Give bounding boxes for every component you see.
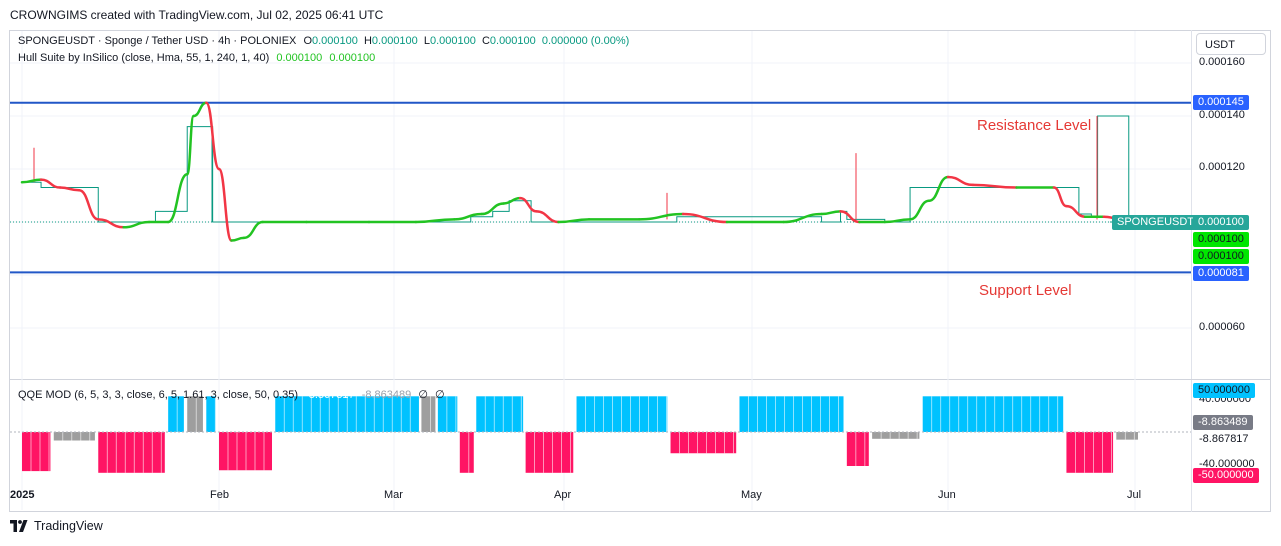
open-label: O [303, 35, 312, 47]
hull-segment [820, 210, 842, 216]
qqe-bar-red [22, 432, 51, 472]
qqe-bar-gray [53, 432, 95, 441]
time-tick-feb: Feb [210, 489, 229, 501]
hull-segment [192, 101, 208, 118]
hull-segment [927, 175, 950, 203]
high-label: H [363, 35, 372, 47]
hull-segment [97, 218, 125, 229]
support-label[interactable]: Support Level [979, 282, 1072, 299]
close-label: C [481, 35, 490, 47]
tradingview-footer[interactable]: TradingView [10, 519, 103, 533]
chart-canvas[interactable] [0, 0, 1281, 546]
qqe-bar-blue [206, 396, 216, 432]
hull-segment [535, 210, 560, 224]
qqe-bar-red [459, 432, 474, 473]
current-price-tag: 0.000100 [1193, 215, 1249, 230]
price-tick: 0.000140 [1199, 109, 1245, 121]
hull-value-2: 0.000100 [329, 52, 376, 64]
qqe-bar-gray [421, 396, 436, 432]
price-tick: 0.000060 [1199, 321, 1245, 333]
hull-value-1: 0.000100 [276, 52, 323, 64]
qqe-bar-blue [168, 396, 184, 432]
hull-indicator-name[interactable]: Hull Suite by InSilico (close, Hma, 55, … [18, 52, 269, 64]
qqe-bar-red [98, 432, 165, 473]
close-value: 0.000100 [489, 35, 536, 47]
qqe-bar-blue [437, 396, 458, 432]
hull-segment [122, 220, 151, 229]
qqe-value-tag-1: -8.863489 [1193, 415, 1253, 430]
qqe-indicator-name[interactable]: QQE MOD (6, 5, 3, 3, close, 6, 5, 1.61, … [18, 389, 298, 401]
time-tick-apr: Apr [554, 489, 572, 501]
open-value: 0.000100 [312, 35, 358, 47]
currency-button[interactable]: USDT [1196, 33, 1266, 55]
tradingview-brand: TradingView [34, 519, 103, 533]
hull-segment [1052, 186, 1068, 208]
qqe-bar-red [846, 432, 869, 466]
hull-price-tag-2: 0.000100 [1193, 249, 1249, 264]
qqe-bar-blue [922, 396, 1064, 432]
qqe-bar-red [1066, 432, 1114, 473]
hull-segment [77, 188, 100, 221]
hull-segment [166, 173, 189, 224]
hull-segment [782, 212, 823, 224]
qqe-upper-tag: 50.000000 [1193, 383, 1255, 398]
qqe-value-2: -8.863489 [361, 389, 412, 401]
high-value: 0.000100 [371, 35, 418, 47]
resistance-price-tag: 0.000145 [1193, 95, 1249, 110]
qqe-bar-gray [1116, 432, 1138, 440]
qqe-bar-red [670, 432, 737, 454]
time-tick-may: May [741, 489, 762, 501]
qqe-lower-tag: -50.000000 [1193, 468, 1259, 483]
hull-segment [217, 167, 233, 242]
support-price-tag: 0.000081 [1193, 266, 1249, 281]
hull-segment [230, 236, 246, 242]
qqe-value-3: ∅ [418, 389, 428, 401]
time-tick-mar: Mar [384, 489, 403, 501]
qqe-bar-gray [872, 432, 920, 439]
hull-segment [839, 210, 861, 224]
qqe-bar-blue [739, 396, 844, 432]
hull-price-tag-1: 0.000100 [1193, 232, 1249, 247]
change-value: 0.000000 (0.00%) [541, 35, 630, 47]
resistance-label[interactable]: Resistance Level [977, 117, 1091, 134]
hull-segment [39, 178, 62, 189]
qqe-legend[interactable]: QQE MOD (6, 5, 3, 3, close, 6, 5, 1.61, … [18, 388, 445, 401]
time-tick-year: 2025 [10, 489, 35, 501]
qqe-bar-red [525, 432, 574, 473]
hull-segment [681, 212, 729, 224]
time-tick-jun: Jun [938, 489, 956, 501]
qqe-value-tag-2: -8.867817 [1199, 433, 1249, 445]
symbol-price-tag: SPONGEUSDT [1112, 215, 1200, 230]
symbol-title[interactable]: SPONGEUSDT · Sponge / Tether USD · 4h · … [18, 35, 296, 47]
price-tick: 0.000120 [1199, 161, 1245, 173]
price-tick: 0.000160 [1199, 56, 1245, 68]
qqe-value-4: ∅ [434, 389, 445, 401]
tradingview-logo-icon [10, 520, 28, 532]
hull-legend[interactable]: Hull Suite by InSilico (close, Hma, 55, … [18, 52, 375, 64]
time-tick-jul: Jul [1127, 489, 1142, 501]
hull-segment [242, 220, 264, 240]
qqe-value-1: -8.867817 [305, 389, 355, 401]
hull-segment [908, 199, 931, 221]
symbol-legend[interactable]: SPONGEUSDT · Sponge / Tether USD · 4h · … [18, 35, 629, 47]
hull-segment [946, 175, 975, 187]
hull-segment [185, 114, 195, 176]
qqe-bar-blue [476, 396, 524, 432]
low-value: 0.000100 [429, 35, 476, 47]
qqe-pane [10, 396, 1191, 473]
qqe-bar-gray [187, 396, 203, 432]
hull-segment [518, 196, 538, 213]
hull-segment [1065, 204, 1087, 218]
